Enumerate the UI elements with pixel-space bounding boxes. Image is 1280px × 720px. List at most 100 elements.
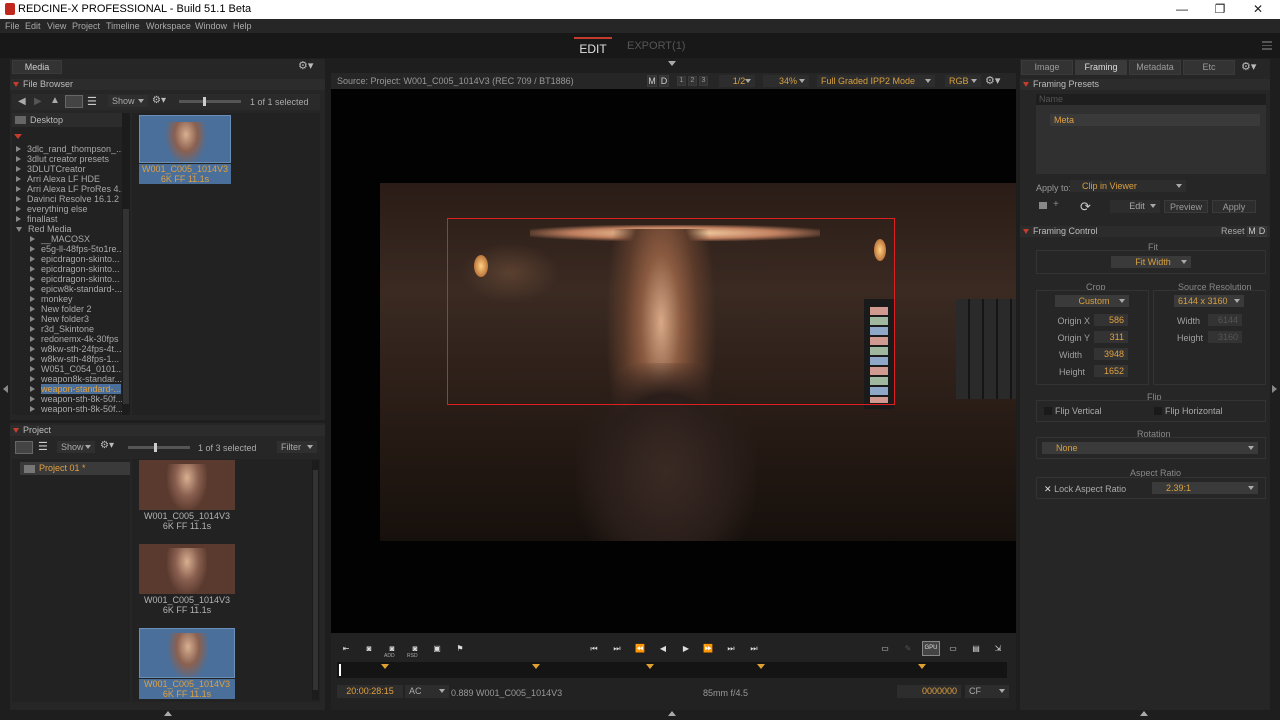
in-out-icon[interactable]: ⇤ xyxy=(339,643,353,655)
tree-item[interactable]: W051_C054_0101... xyxy=(30,364,124,374)
aspect-ratio-dropdown[interactable]: 2.39:1 xyxy=(1152,482,1258,494)
tree-item[interactable]: Davinci Resolve 16.1.2 xyxy=(16,194,119,204)
tab-etc[interactable]: Etc xyxy=(1183,60,1235,75)
project-gear-icon[interactable]: ⚙▾ xyxy=(100,440,114,451)
go-start-icon[interactable]: ⏮ xyxy=(587,643,601,655)
media-tab[interactable]: Media xyxy=(12,60,62,74)
project-thumb-slider[interactable] xyxy=(128,443,190,452)
rotation-dropdown[interactable]: None xyxy=(1042,442,1258,454)
tree-item[interactable]: weapon-sth-8k-50f... xyxy=(30,404,123,414)
list-view-icon[interactable]: ☰ xyxy=(87,95,97,108)
timeline-marker[interactable] xyxy=(646,664,654,669)
timecode-display[interactable]: 20:00:28:15 xyxy=(337,685,403,698)
framing-d-button[interactable]: D xyxy=(1257,226,1267,237)
tree-item[interactable]: e5g-ll-48fps-5to1re... xyxy=(30,244,124,254)
tab-edit[interactable]: EDIT xyxy=(574,37,612,58)
thumb-size-slider[interactable] xyxy=(179,97,241,106)
tree-item[interactable]: r3d_Skintone xyxy=(30,324,94,334)
fit-dropdown[interactable]: Fit Width xyxy=(1111,256,1191,268)
media-gear-icon[interactable]: ⚙▾ xyxy=(298,60,322,73)
project-clip-thumbnail[interactable] xyxy=(139,460,235,510)
menu-window[interactable]: Window xyxy=(195,21,227,31)
reset-button[interactable]: Reset xyxy=(1221,226,1245,236)
menu-file[interactable]: File xyxy=(5,21,20,31)
preset-item[interactable]: Meta xyxy=(1050,114,1260,126)
show-dropdown[interactable]: Show xyxy=(108,95,148,107)
tree-item[interactable]: epicdragon-skinto... xyxy=(30,264,120,274)
menu-help[interactable]: Help xyxy=(233,21,252,31)
project-clip-thumbnail[interactable] xyxy=(139,544,235,594)
tree-item[interactable]: Arri Alexa LF HDE xyxy=(16,174,100,184)
project-bin[interactable]: Project 01 * xyxy=(20,462,130,475)
edit-dropdown[interactable]: Edit xyxy=(1110,200,1160,213)
viewer-gear-icon[interactable]: ⚙▾ xyxy=(985,74,1000,87)
timeline-scrubber[interactable] xyxy=(337,662,1007,678)
tab-metadata[interactable]: Metadata xyxy=(1129,60,1181,75)
filter-dropdown[interactable]: Filter xyxy=(277,441,317,453)
forward-icon[interactable]: ▶ xyxy=(34,96,42,107)
project-clip-thumbnail[interactable] xyxy=(139,628,235,678)
media-thumbnail[interactable] xyxy=(139,115,231,163)
step-back-icon[interactable]: ◀ xyxy=(656,643,670,655)
tree-item[interactable]: finallast xyxy=(16,214,58,224)
tree-item[interactable]: w8kw-sth-24fps-4t... xyxy=(30,344,122,354)
back-icon[interactable]: ◀ xyxy=(18,96,26,107)
tab-framing[interactable]: Framing xyxy=(1075,60,1127,75)
menu-project[interactable]: Project xyxy=(72,21,100,31)
tree-item[interactable]: everything else xyxy=(16,204,88,214)
viewer-2-button[interactable]: 2 xyxy=(688,76,697,86)
frame-counter[interactable]: 0000000 xyxy=(897,685,961,698)
hamburger-icon[interactable] xyxy=(1262,41,1272,50)
framing-presets-header[interactable]: Framing Presets xyxy=(1020,79,1270,90)
flip-vertical-checkbox[interactable]: Flip Vertical xyxy=(1044,406,1102,416)
tree-item[interactable]: monkey xyxy=(30,294,73,304)
tree-item[interactable]: 3dlc_rand_thompson_... xyxy=(16,144,124,154)
zoom-dropdown[interactable]: 34% xyxy=(763,75,809,87)
project-header[interactable]: Project xyxy=(10,425,325,436)
tree-item[interactable]: weapon8k-standar... xyxy=(30,374,122,384)
right-collapse-icon[interactable] xyxy=(1272,385,1277,393)
tree-item[interactable]: 3DLUTCreator xyxy=(16,164,86,174)
file-browser-header[interactable]: File Browser xyxy=(10,79,325,90)
tree-item[interactable]: epicdragon-skinto... xyxy=(30,274,120,284)
gallery-icon[interactable]: ▣ xyxy=(430,643,444,655)
tree-item[interactable]: Red Media xyxy=(16,224,72,234)
add-preset-icon[interactable]: + xyxy=(1053,199,1059,210)
location-desktop[interactable]: Desktop xyxy=(12,113,122,127)
grid-view-icon[interactable] xyxy=(65,95,83,108)
flip-horizontal-checkbox[interactable]: Flip Horizontal xyxy=(1154,406,1223,416)
playhead[interactable] xyxy=(339,664,341,676)
crop-frame[interactable] xyxy=(447,218,895,405)
expand-bottom-center-icon[interactable] xyxy=(668,711,676,716)
timeline-marker[interactable] xyxy=(381,664,389,669)
monitor-icon[interactable]: ▭ xyxy=(878,643,892,655)
layout-icon[interactable]: ▤ xyxy=(969,643,983,655)
tools-icon[interactable]: ✎ xyxy=(901,643,915,655)
project-list-icon[interactable]: ☰ xyxy=(38,440,48,453)
tree-item[interactable]: weapon-standard-... xyxy=(30,384,122,394)
rewind-icon[interactable]: ⏪ xyxy=(633,643,647,655)
go-end-icon[interactable]: ⏭ xyxy=(747,643,761,655)
timeline-settings-icon[interactable]: ⇲ xyxy=(991,643,1005,655)
menu-timeline[interactable]: Timeline xyxy=(106,21,140,31)
channel-dropdown[interactable]: RGB xyxy=(945,75,981,87)
preview-button[interactable]: Preview xyxy=(1164,200,1208,213)
timeline-marker[interactable] xyxy=(757,664,765,669)
framing-m-button[interactable]: M xyxy=(1247,226,1257,237)
snapshot-icon[interactable]: ◙ xyxy=(362,643,376,655)
origin-y-field[interactable]: 311 xyxy=(1094,331,1128,343)
up-icon[interactable]: ▲ xyxy=(50,95,60,106)
origin-x-field[interactable]: 586 xyxy=(1094,314,1128,326)
project-grid-icon[interactable] xyxy=(15,441,33,454)
viewer-d-button[interactable]: D xyxy=(659,75,669,87)
viewer-m-button[interactable]: M xyxy=(647,75,657,87)
tab-export[interactable]: EXPORT(1) xyxy=(627,40,685,52)
left-collapse-icon[interactable] xyxy=(3,385,8,393)
timeline-marker[interactable] xyxy=(918,664,926,669)
crop-height-field[interactable]: 1652 xyxy=(1094,365,1128,377)
menu-view[interactable]: View xyxy=(47,21,66,31)
right-gear-icon[interactable]: ⚙▾ xyxy=(1241,60,1256,73)
flag-icon[interactable]: ⚑ xyxy=(453,643,467,655)
decode-mode-dropdown[interactable]: Full Graded IPP2 Mode xyxy=(817,75,935,87)
tree-item[interactable]: Arri Alexa LF ProRes 4... xyxy=(16,184,124,194)
